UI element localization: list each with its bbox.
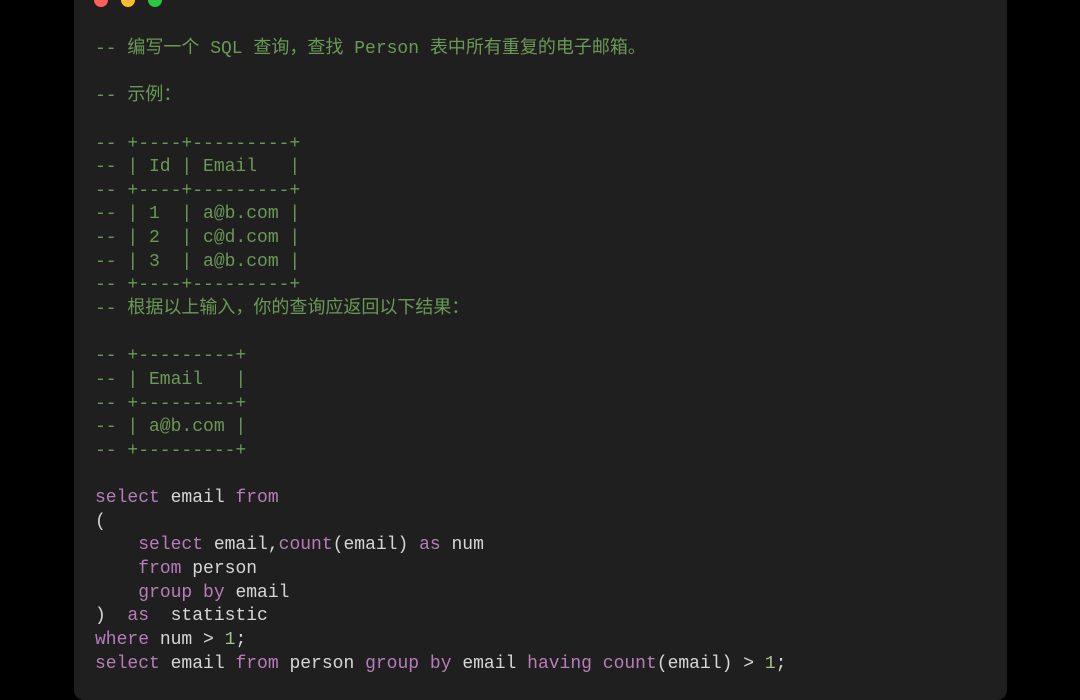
code-line: -- +----+---------+ — [95, 274, 786, 298]
window-controls — [94, 0, 162, 7]
keyword-token: having — [527, 653, 592, 674]
number-token: 1 — [224, 630, 236, 651]
comment-token: -- | Email | — [95, 369, 247, 390]
code-line: -- +----+---------+ — [95, 133, 786, 157]
code-line: -- +----+---------+ — [95, 180, 786, 204]
code-line: where num > 1; — [95, 629, 786, 653]
text-token: email — [159, 653, 236, 674]
comment-token: -- +---------+ — [95, 440, 247, 461]
code-line: -- | 1 | a@b.com | — [95, 203, 786, 227]
code-line: -- | 2 | c@d.com | — [95, 227, 786, 251]
code-line: -- 编写一个 SQL 查询，查找 Person 表中所有重复的电子邮箱。 — [95, 38, 786, 62]
text-token: person — [181, 559, 258, 580]
text-token: email — [224, 582, 290, 603]
comment-token: -- 示例： — [95, 86, 182, 107]
keyword-token: by — [203, 582, 225, 603]
keyword-token: group — [365, 653, 420, 674]
code-line: from person — [95, 558, 786, 582]
code-line: -- +---------+ — [95, 393, 786, 417]
text-token: ( — [95, 511, 106, 532]
function-token: count — [278, 535, 333, 556]
code-line: -- +---------+ — [95, 345, 786, 369]
code-line: ( — [95, 511, 786, 535]
comment-token: -- +---------+ — [95, 393, 247, 414]
text-token: email, — [203, 535, 279, 556]
comment-token: -- | 3 | a@b.com | — [95, 251, 301, 272]
code-line: -- | Email | — [95, 369, 786, 393]
comment-token: -- 根据以上输入，你的查询应返回以下结果： — [95, 299, 470, 320]
keyword-token: where — [95, 630, 150, 651]
code-editor-window: -- 编写一个 SQL 查询，查找 Person 表中所有重复的电子邮箱。 -- … — [74, 0, 1007, 700]
comment-token: -- +----+---------+ — [95, 133, 301, 154]
comment-token: -- | a@b.com | — [95, 417, 247, 438]
keyword-token: as — [419, 535, 441, 556]
keyword-token: select — [95, 488, 160, 509]
code-line: -- +---------+ — [95, 440, 786, 464]
keyword-token: group — [138, 582, 193, 603]
comment-token: -- +---------+ — [95, 346, 247, 367]
comment-token: -- | Id | Email | — [95, 157, 301, 178]
close-button[interactable] — [94, 0, 108, 7]
comment-token: -- +----+---------+ — [95, 275, 301, 296]
text-token: statistic — [149, 606, 268, 627]
code-line: -- | a@b.com | — [95, 416, 786, 440]
text-token: ) — [95, 606, 128, 627]
keyword-token: select — [138, 535, 204, 556]
keyword-token: by — [429, 653, 452, 674]
minimize-button[interactable] — [121, 0, 135, 7]
text-token: (email) > — [656, 653, 765, 674]
code-line: -- 根据以上输入，你的查询应返回以下结果： — [95, 298, 786, 322]
comment-token: -- +----+---------+ — [95, 180, 301, 201]
code-line: -- | 3 | a@b.com | — [95, 251, 786, 275]
text-token: email — [451, 653, 528, 674]
keyword-token: from — [138, 559, 182, 580]
text-token: (email) — [332, 535, 420, 556]
text-token: num — [440, 535, 484, 556]
code-line: ) as statistic — [95, 605, 786, 629]
keyword-token: from — [235, 488, 279, 509]
code-line: -- 示例： — [95, 85, 786, 109]
comment-token: -- | 1 | a@b.com | — [95, 204, 301, 225]
code-block[interactable]: -- 编写一个 SQL 查询，查找 Person 表中所有重复的电子邮箱。 -- … — [95, 38, 786, 676]
comment-token: -- | 2 | c@d.com | — [95, 228, 301, 249]
keyword-token: as — [127, 606, 150, 627]
text-token: ; — [775, 653, 787, 674]
text-token: person — [278, 653, 366, 674]
function-token: count — [602, 653, 657, 674]
zoom-button[interactable] — [148, 0, 162, 7]
text-token: ; — [235, 630, 247, 651]
keyword-token: select — [95, 653, 160, 674]
code-line: -- | Id | Email | — [95, 156, 786, 180]
text-token: email — [159, 488, 236, 509]
code-line: select email from — [95, 487, 786, 511]
keyword-token: from — [235, 653, 279, 674]
code-line: group by email — [95, 582, 786, 606]
code-line: select email,count(email) as num — [95, 534, 786, 558]
comment-token: -- 编写一个 SQL 查询，查找 Person 表中所有重复的电子邮箱。 — [95, 39, 646, 59]
text-token: num > — [149, 630, 225, 651]
code-line: select email from person group by email … — [95, 653, 786, 677]
number-token: 1 — [764, 653, 776, 674]
